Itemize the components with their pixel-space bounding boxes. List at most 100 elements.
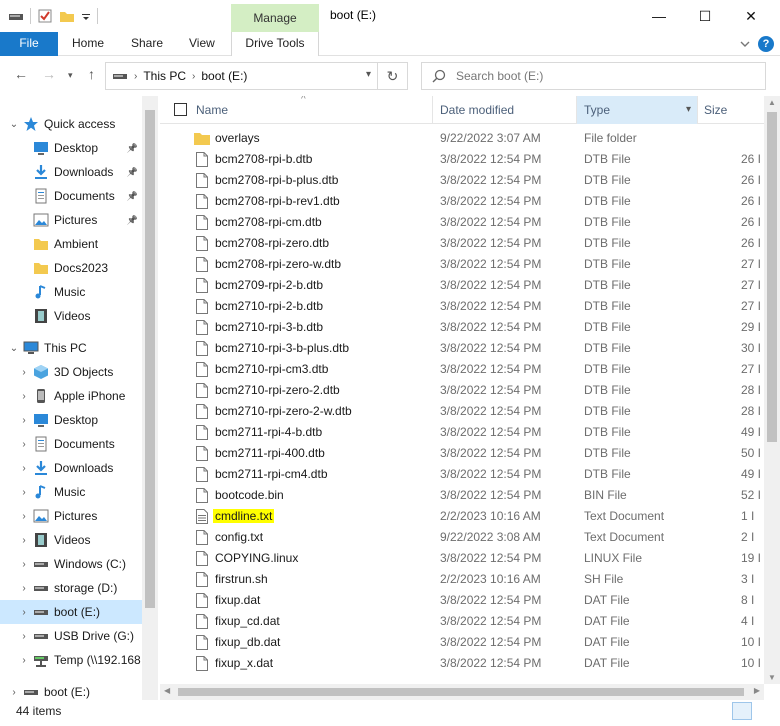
file-row[interactable]: bcm2710-rpi-zero-2-w.dtb 3/8/2022 12:54 P… xyxy=(160,401,764,422)
nav-scrollbar[interactable] xyxy=(142,96,158,700)
horizontal-scrollbar[interactable]: ◀ ▶ xyxy=(160,684,764,700)
file-row[interactable]: bcm2710-rpi-3-b.dtb 3/8/2022 12:54 PM DTB … xyxy=(160,317,764,338)
chevron-right-icon[interactable]: › xyxy=(8,687,20,698)
close-button[interactable]: ✕ xyxy=(728,0,774,32)
chevron-right-icon[interactable]: › xyxy=(18,607,30,618)
file-row[interactable]: COPYING.linux 3/8/2022 12:54 PM LINUX File… xyxy=(160,548,764,569)
tab-drive-tools[interactable]: Drive Tools xyxy=(231,32,319,56)
chevron-right-icon[interactable]: › xyxy=(18,655,30,666)
breadcrumb-boot-drive[interactable]: boot (E:) xyxy=(201,69,247,83)
forward-arrow-icon[interactable]: → xyxy=(42,66,56,82)
chevron-right-icon[interactable]: › xyxy=(18,463,30,474)
nav-item[interactable]: › Pictures xyxy=(0,504,142,528)
chevron-right-icon[interactable]: › xyxy=(18,391,30,402)
nav-item[interactable]: › Videos xyxy=(0,528,142,552)
file-row[interactable]: cmdline.txt 2/2/2023 10:16 AM Text Documen… xyxy=(160,506,764,527)
file-row[interactable]: config.txt 9/22/2022 3:08 AM Text Document… xyxy=(160,527,764,548)
nav-item[interactable]: Music xyxy=(0,280,142,304)
help-button[interactable]: ? xyxy=(758,36,774,52)
nav-item[interactable]: Videos xyxy=(0,304,142,328)
tab-share[interactable]: Share xyxy=(131,32,163,56)
file-row[interactable]: fixup.dat 3/8/2022 12:54 PM DAT File 8 I xyxy=(160,590,764,611)
nav-item[interactable]: ⌄ This PC xyxy=(0,336,142,360)
file-row[interactable]: overlays 9/22/2022 3:07 AM File folder xyxy=(160,128,764,149)
file-row[interactable]: bootcode.bin 3/8/2022 12:54 PM BIN File 52 … xyxy=(160,485,764,506)
column-name[interactable]: Name xyxy=(196,96,228,124)
nav-item[interactable]: › storage (D:) xyxy=(0,576,142,600)
column-date-modified[interactable]: Date modified xyxy=(440,96,514,124)
search-box[interactable]: Search boot (E:) xyxy=(421,62,766,90)
nav-item[interactable]: Downloads 📌 xyxy=(0,160,142,184)
file-row[interactable]: bcm2708-rpi-zero-w.dtb 3/8/2022 12:54 PM D… xyxy=(160,254,764,275)
nav-item[interactable]: Docs2023 xyxy=(0,256,142,280)
chevron-down-icon[interactable]: ⌄ xyxy=(8,119,20,130)
file-row[interactable]: bcm2708-rpi-b.dtb 3/8/2022 12:54 PM DTB Fi… xyxy=(160,149,764,170)
file-row[interactable]: bcm2710-rpi-2-b.dtb 3/8/2022 12:54 PM DTB … xyxy=(160,296,764,317)
tab-view[interactable]: View xyxy=(189,32,215,56)
nav-item[interactable]: › Documents xyxy=(0,432,142,456)
chevron-down-icon[interactable] xyxy=(81,8,91,24)
maximize-button[interactable]: ☐ xyxy=(682,0,728,32)
nav-item[interactable]: Desktop 📌 xyxy=(0,136,142,160)
chevron-down-icon[interactable]: ▾ xyxy=(686,96,691,124)
nav-item[interactable]: › Music xyxy=(0,480,142,504)
column-type[interactable]: Type ▾ xyxy=(577,96,697,124)
nav-item[interactable]: › Desktop xyxy=(0,408,142,432)
chevron-right-icon[interactable]: › xyxy=(18,559,30,570)
file-row[interactable]: bcm2711-rpi-4-b.dtb 3/8/2022 12:54 PM DTB … xyxy=(160,422,764,443)
scroll-left-icon[interactable]: ◀ xyxy=(164,686,170,695)
nav-item[interactable]: › boot (E:) xyxy=(0,680,142,700)
scroll-up-icon[interactable]: ▲ xyxy=(764,98,780,107)
file-row[interactable]: fixup_db.dat 3/8/2022 12:54 PM DAT File 10 … xyxy=(160,632,764,653)
back-arrow-icon[interactable]: ← xyxy=(14,66,28,82)
recent-locations-chevron-icon[interactable]: ▾ xyxy=(68,70,73,81)
file-row[interactable]: bcm2710-rpi-cm3.dtb 3/8/2022 12:54 PM DTB … xyxy=(160,359,764,380)
up-arrow-icon[interactable]: ↑ xyxy=(88,66,95,82)
chevron-right-icon[interactable]: › xyxy=(18,583,30,594)
tab-manage[interactable]: Manage xyxy=(231,4,319,32)
nav-item[interactable]: Documents 📌 xyxy=(0,184,142,208)
expand-ribbon-icon[interactable] xyxy=(740,39,750,49)
address-dropdown-icon[interactable]: ▾ xyxy=(366,69,371,80)
nav-item[interactable]: › Windows (C:) xyxy=(0,552,142,576)
file-row[interactable]: bcm2710-rpi-zero-2.dtb 3/8/2022 12:54 PM D… xyxy=(160,380,764,401)
chevron-right-icon[interactable]: › xyxy=(18,535,30,546)
nav-item[interactable]: Pictures 📌 xyxy=(0,208,142,232)
file-row[interactable]: firstrun.sh 2/2/2023 10:16 AM SH File 3 I xyxy=(160,569,764,590)
details-view-button[interactable] xyxy=(732,702,752,720)
drive-icon[interactable] xyxy=(8,9,24,23)
file-row[interactable]: bcm2708-rpi-b-plus.dtb 3/8/2022 12:54 PM D… xyxy=(160,170,764,191)
nav-item[interactable]: › boot (E:) xyxy=(0,600,142,624)
horizontal-scrollbar-thumb[interactable] xyxy=(178,688,744,696)
nav-scrollbar-thumb[interactable] xyxy=(145,110,155,608)
refresh-icon[interactable]: ↻ xyxy=(377,63,407,89)
tab-file[interactable]: File xyxy=(0,32,58,56)
chevron-down-icon[interactable]: ⌄ xyxy=(8,343,20,354)
chevron-right-icon[interactable]: › xyxy=(18,511,30,522)
file-row[interactable]: bcm2708-rpi-b-rev1.dtb 3/8/2022 12:54 PM D… xyxy=(160,191,764,212)
file-row[interactable]: bcm2708-rpi-zero.dtb 3/8/2022 12:54 PM DTB… xyxy=(160,233,764,254)
nav-item[interactable]: ⌄ Quick access xyxy=(0,112,142,136)
address-bar[interactable]: › This PC › boot (E:) ▾ ↻ xyxy=(105,62,408,90)
file-row[interactable]: fixup_x.dat 3/8/2022 12:54 PM DAT File 10 I xyxy=(160,653,764,674)
nav-item[interactable]: › Downloads xyxy=(0,456,142,480)
column-size[interactable]: Size xyxy=(704,96,727,124)
file-row[interactable]: bcm2711-rpi-400.dtb 3/8/2022 12:54 PM DTB … xyxy=(160,443,764,464)
breadcrumb-separator-icon[interactable]: › xyxy=(134,71,137,82)
nav-item[interactable]: Ambient xyxy=(0,232,142,256)
column-divider[interactable] xyxy=(432,96,433,124)
nav-item[interactable]: › Apple iPhone xyxy=(0,384,142,408)
chevron-right-icon[interactable]: › xyxy=(18,367,30,378)
properties-icon[interactable] xyxy=(37,8,53,24)
file-row[interactable]: bcm2710-rpi-3-b-plus.dtb 3/8/2022 12:54 P… xyxy=(160,338,764,359)
file-row[interactable]: bcm2708-rpi-cm.dtb 3/8/2022 12:54 PM DTB F… xyxy=(160,212,764,233)
tab-home[interactable]: Home xyxy=(72,32,104,56)
chevron-right-icon[interactable]: › xyxy=(18,415,30,426)
nav-item[interactable]: › 3D Objects xyxy=(0,360,142,384)
breadcrumb-separator-icon[interactable]: › xyxy=(192,71,195,82)
vertical-scrollbar-thumb[interactable] xyxy=(767,112,777,442)
vertical-scrollbar[interactable]: ▲ ▼ xyxy=(764,96,780,684)
new-folder-icon[interactable] xyxy=(59,8,75,24)
file-row[interactable]: bcm2709-rpi-2-b.dtb 3/8/2022 12:54 PM DTB … xyxy=(160,275,764,296)
column-divider[interactable] xyxy=(697,96,698,124)
